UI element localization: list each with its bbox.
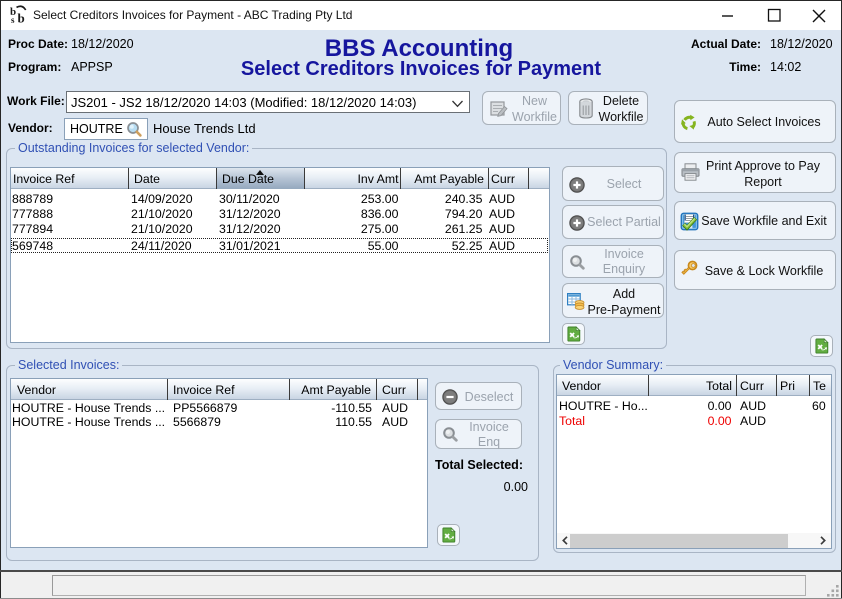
svg-text:s: s [11, 15, 15, 25]
svg-text:b: b [18, 11, 25, 26]
